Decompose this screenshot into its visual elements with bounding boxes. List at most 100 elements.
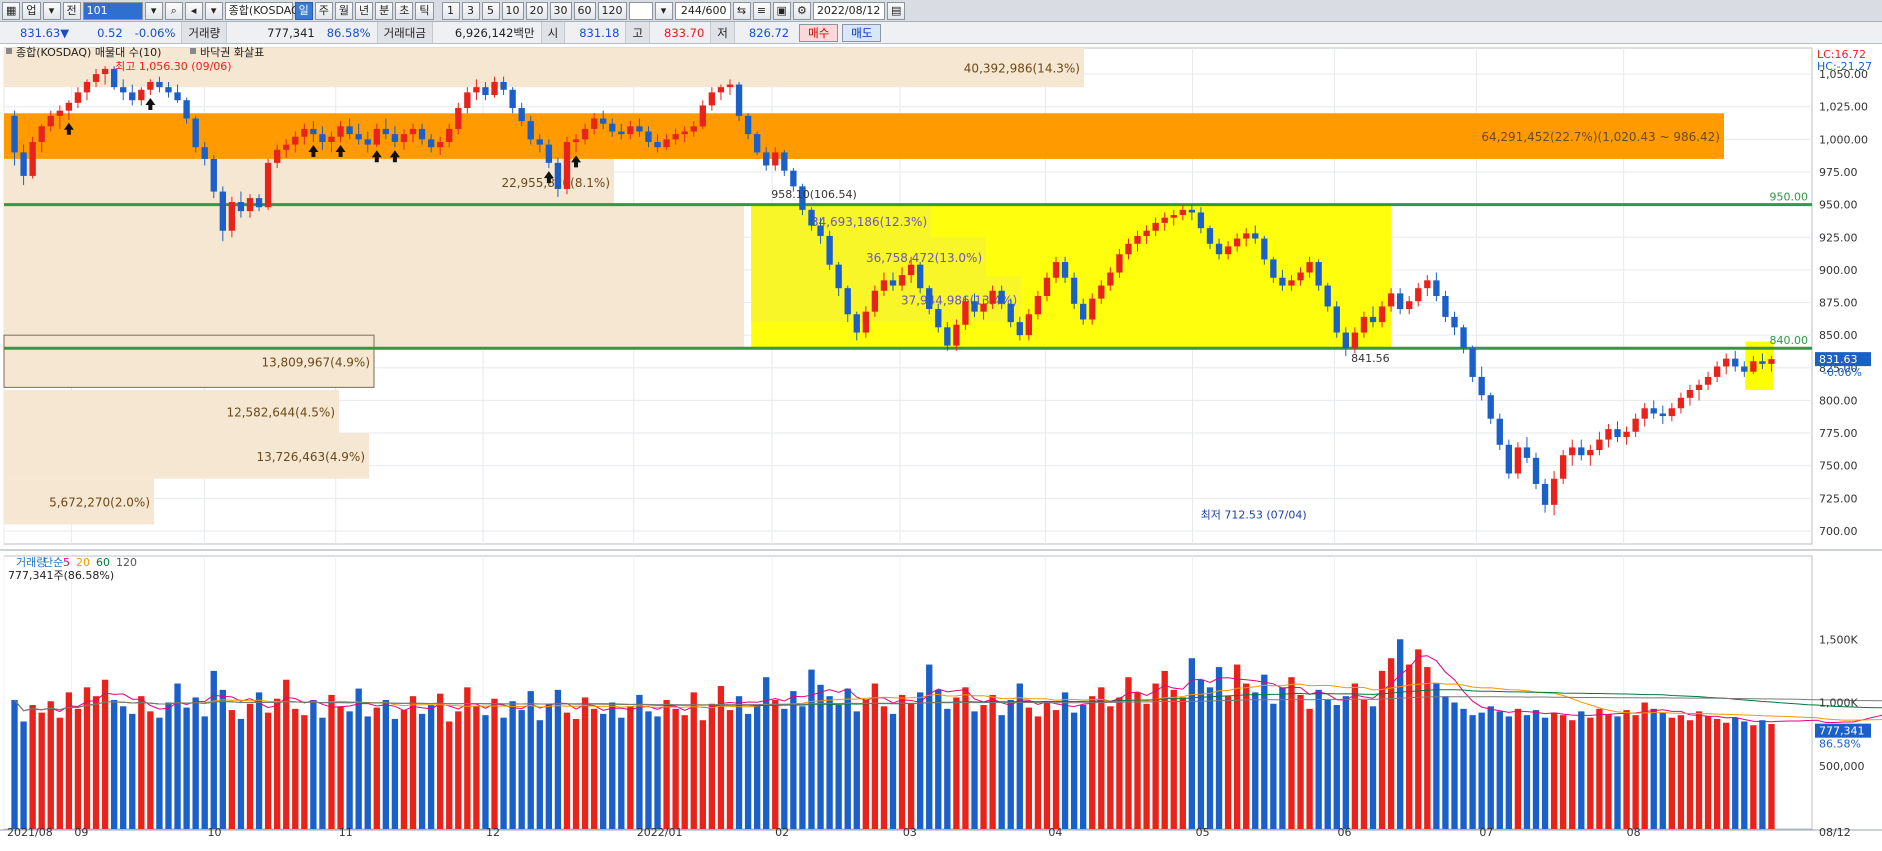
price-tick-label: 1,000.00	[1819, 133, 1868, 146]
candle-body	[1433, 280, 1440, 296]
interval-30-button[interactable]: 30	[549, 1, 572, 20]
market-select[interactable]: 업	[22, 1, 41, 20]
volume-label: 거래량	[181, 22, 228, 43]
calendar-icon[interactable]: ▤	[886, 1, 906, 20]
buy-button[interactable]: 매수	[799, 23, 839, 42]
low-annotation: 최저 712.53 (07/04)	[1201, 509, 1307, 522]
count-input[interactable]: 244/600	[674, 1, 731, 20]
volume-bar	[1605, 713, 1612, 829]
interval-60-button[interactable]: 60	[573, 1, 596, 20]
period-week-button[interactable]: 주	[314, 1, 333, 20]
list-icon[interactable]: ≡	[752, 1, 771, 20]
period-day-button[interactable]: 일	[294, 1, 313, 20]
candle-body	[156, 81, 163, 88]
x-tick-label: 02	[775, 826, 789, 839]
volume-bar	[1224, 696, 1232, 829]
candle-body	[1605, 429, 1612, 440]
volume-bar	[210, 670, 217, 829]
period-select[interactable]: 전	[62, 1, 81, 20]
volume-tick-label: 500,000	[1819, 760, 1865, 773]
candle-body	[1134, 235, 1141, 244]
volume-bar	[1315, 689, 1322, 829]
candle-body	[1252, 233, 1259, 239]
volume-bar	[581, 697, 589, 829]
interval-1-button[interactable]: 1	[441, 1, 460, 20]
chevron-down-icon[interactable]: ▾	[204, 1, 223, 20]
search-icon[interactable]: ⌕	[164, 1, 183, 20]
candle-body	[1080, 303, 1087, 320]
candle-body	[1487, 395, 1494, 419]
chevron-down-icon[interactable]: ▾	[144, 1, 163, 20]
volume-bar	[29, 705, 36, 829]
candle-body	[56, 110, 63, 116]
grid-icon[interactable]: ▦	[2, 1, 21, 20]
candle-body	[11, 115, 18, 153]
candle-body	[228, 202, 236, 231]
price-volume-chart[interactable]: 40,392,986(14.3%) 64,291,452(22.7%)(1,020…	[0, 44, 1882, 851]
volume-bar	[1197, 679, 1205, 829]
interval-3-button[interactable]: 3	[461, 1, 480, 20]
candle-body	[1650, 408, 1657, 414]
candle-body	[563, 141, 571, 189]
chevron-down-icon[interactable]: ▾	[654, 1, 673, 20]
volume-bar	[681, 715, 688, 829]
candle-body	[581, 128, 589, 140]
candle-body	[509, 89, 516, 109]
candle-body	[373, 128, 380, 145]
volume-bar	[880, 706, 888, 829]
candle-body	[1125, 243, 1132, 255]
volume-bar	[1424, 667, 1431, 829]
volume-bar	[1288, 677, 1295, 829]
candle-body	[1505, 444, 1513, 474]
code-input[interactable]: 101	[82, 1, 143, 20]
period-second-button[interactable]: 초	[395, 1, 414, 20]
candle-body	[1052, 262, 1060, 278]
scroll-icon[interactable]: ⇆	[732, 1, 751, 20]
candle-body	[1369, 316, 1377, 323]
interval-5-button[interactable]: 5	[481, 1, 500, 20]
interval-120-button[interactable]: 120	[597, 1, 627, 20]
interval-10-button[interactable]: 10	[501, 1, 524, 20]
volume-bar	[554, 689, 562, 829]
volume-bar	[654, 716, 661, 829]
volume-bar	[446, 721, 453, 829]
candle-body	[916, 264, 924, 289]
candle-body	[1034, 296, 1042, 315]
volume-bar	[174, 683, 181, 829]
candle-body	[292, 136, 299, 145]
candle-body	[310, 128, 317, 135]
legend-marker	[190, 48, 196, 54]
candle-body	[147, 81, 154, 90]
volume-profile-bar	[4, 204, 744, 349]
speaker-icon[interactable]: ◂	[184, 1, 203, 20]
x-tick-label: 11	[339, 826, 353, 839]
period-year-button[interactable]: 년	[355, 1, 374, 20]
period-minute-button[interactable]: 분	[375, 1, 394, 20]
gear-icon[interactable]: ⚙	[792, 1, 811, 20]
volume-bar	[346, 711, 353, 829]
x-tick-label: 12	[486, 826, 500, 839]
volume-profile-bar	[4, 113, 1724, 159]
volume-bar	[1098, 687, 1105, 829]
candle-body	[1233, 238, 1241, 247]
volume-bar	[1759, 720, 1766, 829]
date-input[interactable]: 2022/08/12	[812, 1, 885, 20]
candle-body	[1686, 389, 1694, 398]
volume-current-text: 777,341주(86.58%)	[8, 569, 114, 582]
save-icon[interactable]: ▣	[772, 1, 791, 20]
candle-body	[1261, 238, 1268, 260]
volume-bar	[1560, 715, 1567, 829]
interval-20-button[interactable]: 20	[525, 1, 548, 20]
period-tick-button[interactable]: 틱	[415, 1, 434, 20]
candle-body	[690, 126, 697, 132]
candle-body	[998, 290, 1005, 304]
candle-body	[1415, 288, 1422, 302]
candle-body	[1315, 262, 1322, 286]
interval-custom-input[interactable]	[628, 1, 653, 20]
chevron-down-icon[interactable]: ▾	[42, 1, 61, 20]
candle-body	[92, 74, 100, 82]
sell-button[interactable]: 매도	[842, 23, 882, 42]
candle-body	[364, 139, 371, 145]
count-value: 244	[680, 3, 702, 17]
period-month-button[interactable]: 월	[334, 1, 354, 20]
